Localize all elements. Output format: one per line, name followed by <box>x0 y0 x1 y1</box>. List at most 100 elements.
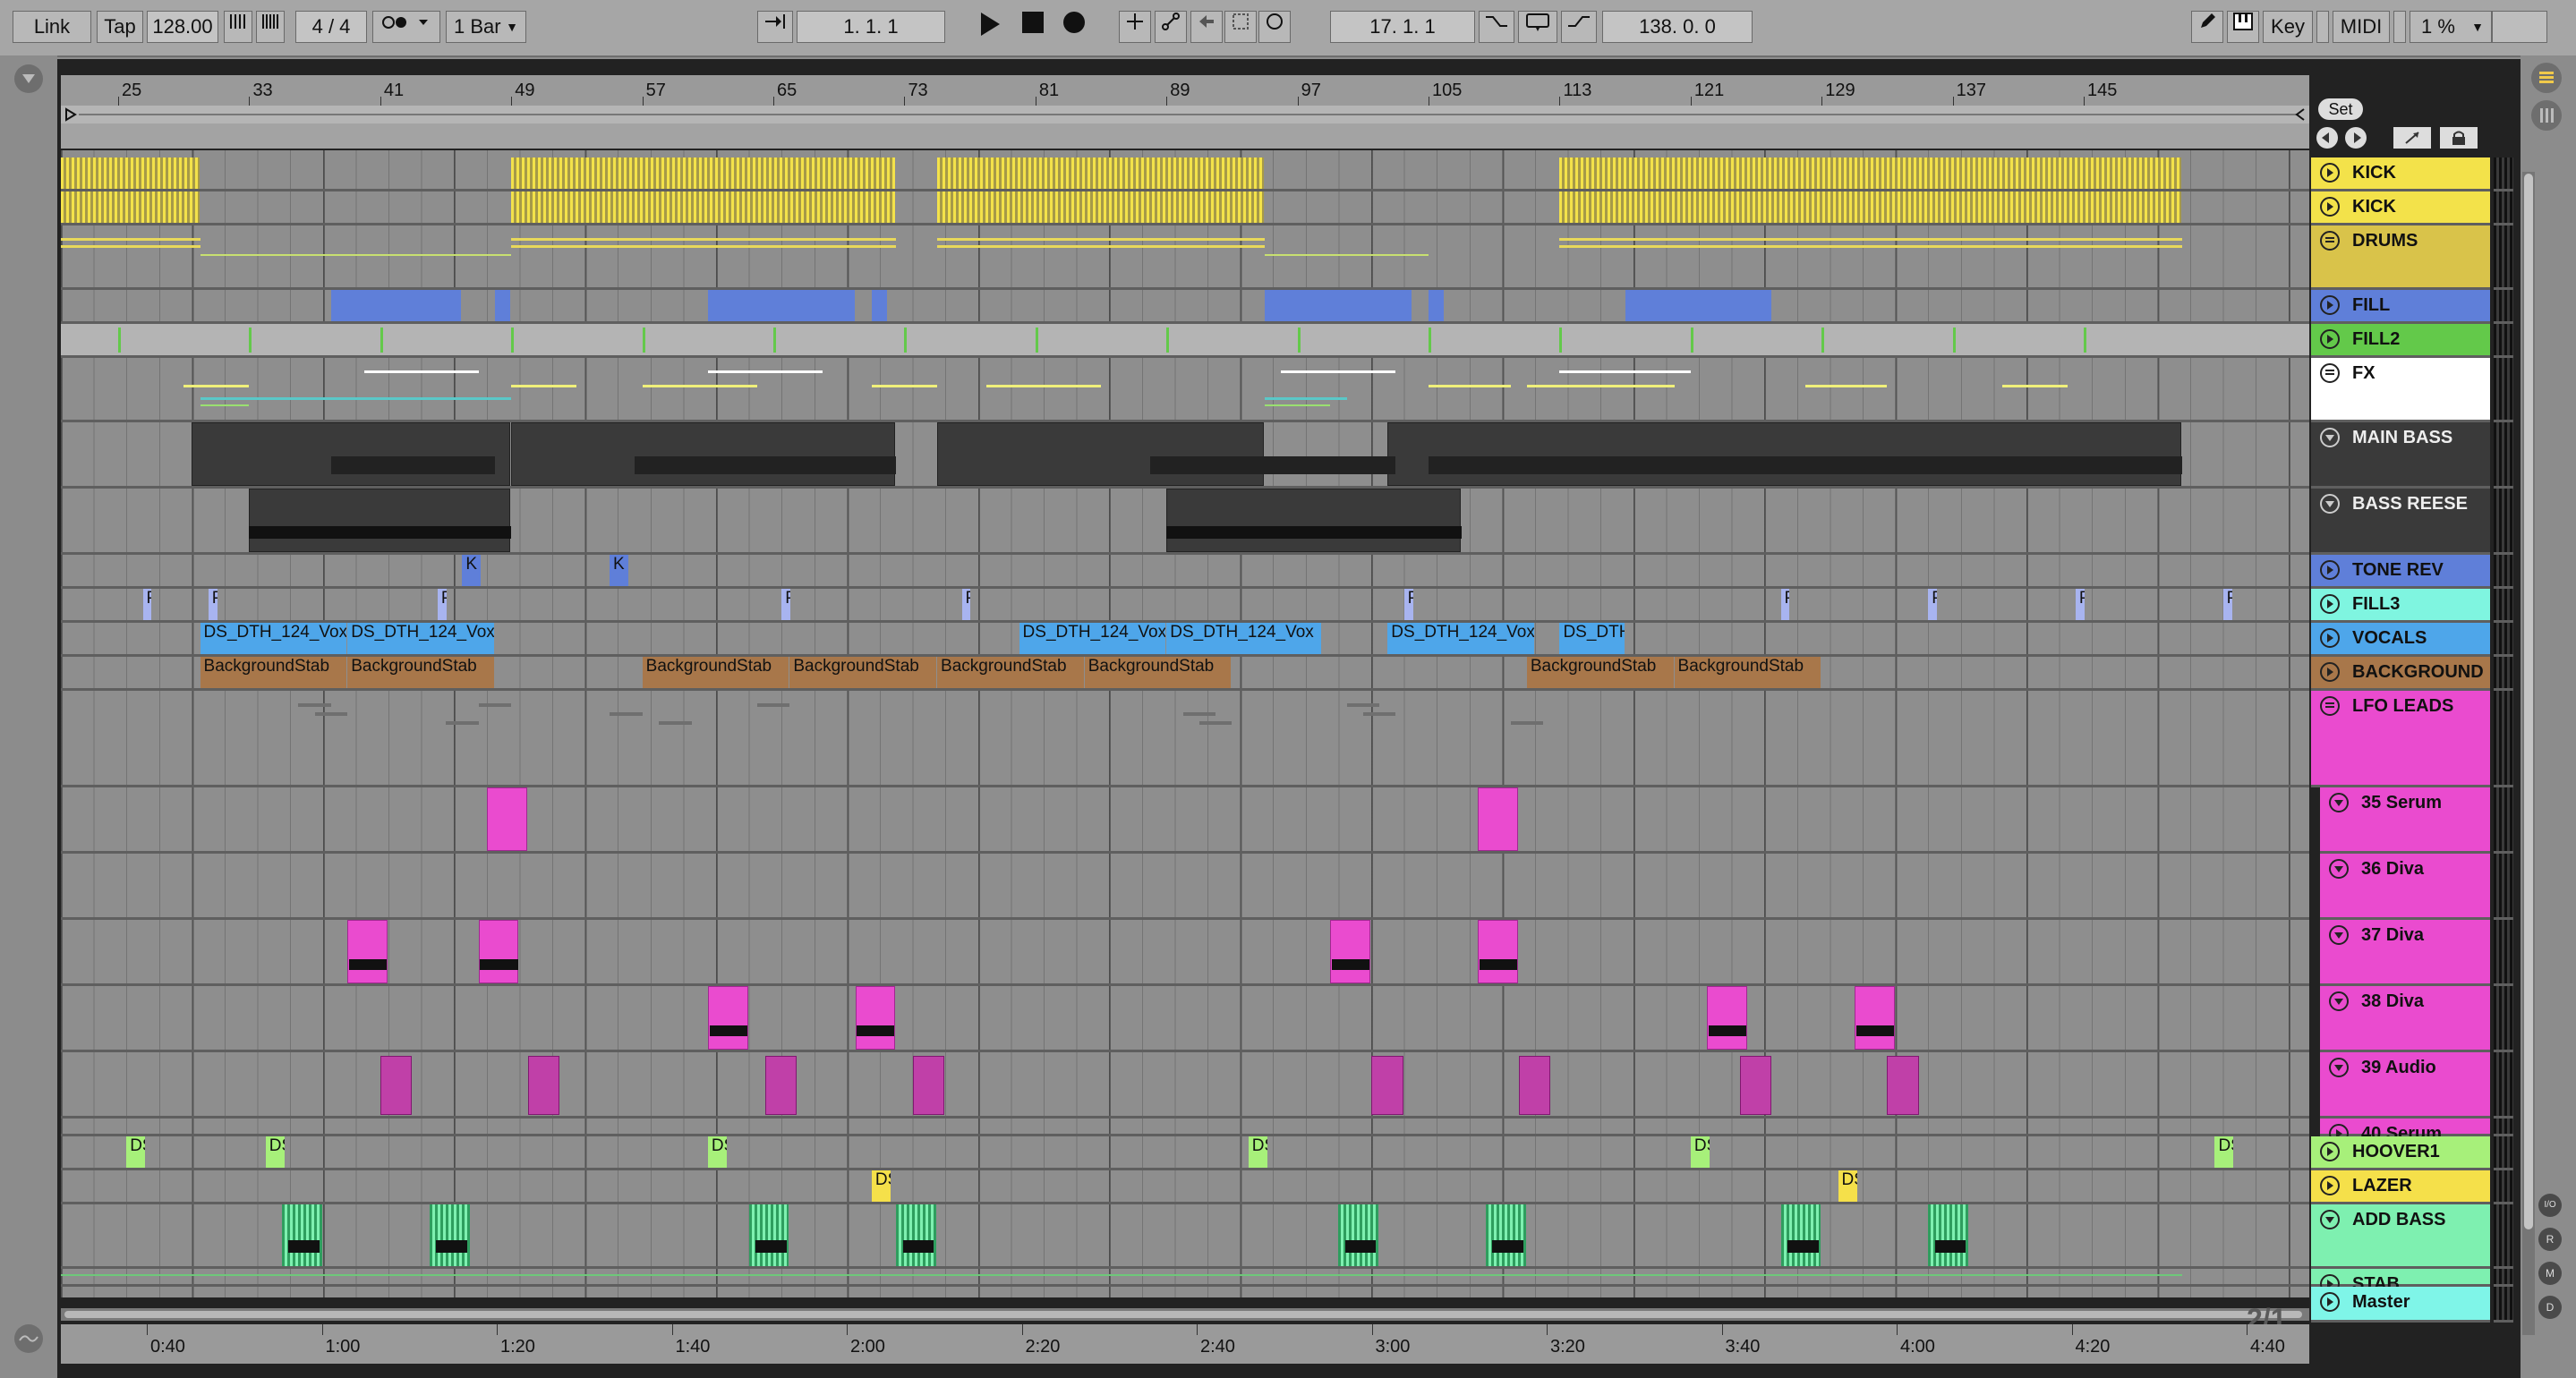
add-bass-clip[interactable] <box>1780 1204 1821 1266</box>
loop-switch-icon[interactable] <box>1518 11 1557 43</box>
track-lane[interactable] <box>61 1269 2309 1287</box>
vocals-clip[interactable]: DS_DTH_124_Vox <box>1019 623 1166 654</box>
add-bass-clip[interactable] <box>748 1204 789 1266</box>
track-header[interactable]: 37 Diva <box>2320 920 2490 986</box>
track-name[interactable]: LAZER <box>2352 1176 2412 1196</box>
group-icon[interactable] <box>2320 231 2340 251</box>
add-bass-clip[interactable] <box>429 1204 470 1266</box>
vocals-clip[interactable]: DS_DTH_124_Vox <box>1387 623 1534 654</box>
record-icon[interactable] <box>1058 11 1090 43</box>
track-lane[interactable] <box>61 691 2309 787</box>
tempo-field[interactable]: 128.00 <box>147 11 218 43</box>
key-map-button[interactable]: Key <box>2263 11 2313 43</box>
expand-tracks-icon[interactable] <box>2393 127 2431 149</box>
play-icon[interactable] <box>2320 1292 2340 1312</box>
tone-rev-clip[interactable]: K <box>610 555 628 586</box>
track-name[interactable]: DRUMS <box>2352 231 2418 251</box>
fill3-clip[interactable]: P <box>2222 589 2232 620</box>
previous-locator-icon[interactable] <box>2316 127 2338 149</box>
main-bass-clip[interactable] <box>511 422 896 486</box>
track-header[interactable]: VOCALS <box>2311 623 2490 657</box>
browser-toggle-icon[interactable] <box>14 64 43 93</box>
group-icon[interactable] <box>2320 363 2340 383</box>
diva-37-clip[interactable] <box>347 920 388 983</box>
fold-icon[interactable] <box>2329 859 2349 879</box>
add-bass-clip[interactable] <box>1928 1204 1968 1266</box>
play-icon[interactable] <box>2320 1142 2340 1161</box>
track-name[interactable]: 36 Diva <box>2361 859 2424 880</box>
track-name[interactable]: KICK <box>2352 163 2396 183</box>
play-icon[interactable] <box>2320 594 2340 614</box>
punch-out-icon[interactable] <box>1561 11 1597 43</box>
horizontal-scrollbar[interactable] <box>61 1308 2309 1321</box>
kick-clip[interactable] <box>511 157 896 189</box>
midi-map-button[interactable]: MIDI <box>2333 11 2390 43</box>
kick-clip[interactable] <box>511 191 896 223</box>
time-ruler[interactable]: 0:40 1:00 1:20 1:40 2:00 2:20 2:40 3:00 3:20 3:40… <box>61 1324 2309 1364</box>
locator-bar[interactable] <box>61 123 2309 149</box>
track-header[interactable]: ADD BASS <box>2311 1204 2490 1269</box>
group-icon[interactable] <box>2320 696 2340 716</box>
nudge-down-icon[interactable] <box>224 11 252 43</box>
hoover-clip[interactable]: DS <box>265 1136 285 1168</box>
scroll-thumb[interactable] <box>2524 174 2533 1229</box>
fill3-clip[interactable]: P <box>142 589 152 620</box>
track-lane[interactable] <box>61 787 2309 854</box>
kick-clip[interactable] <box>1559 191 2181 223</box>
fill-clip[interactable] <box>494 290 511 321</box>
track-header[interactable]: 40 Serum <box>2320 1119 2490 1144</box>
loop-brace-bar[interactable] <box>61 106 2309 123</box>
track-name[interactable]: ADD BASS <box>2352 1210 2445 1230</box>
track-lane[interactable] <box>61 920 2309 986</box>
info-view-toggle-icon[interactable] <box>14 1324 43 1353</box>
loop-length-field[interactable]: 138. 0. 0 <box>1602 11 1753 43</box>
track-lane[interactable] <box>61 1119 2309 1136</box>
diva-38-clip[interactable] <box>707 986 748 1050</box>
diva-37-clip[interactable] <box>1330 920 1370 983</box>
fill3-clip[interactable]: P <box>1780 589 1790 620</box>
overdub-icon[interactable] <box>1119 11 1151 43</box>
track-header[interactable]: Master <box>2311 1287 2490 1323</box>
fold-icon[interactable] <box>2329 991 2349 1011</box>
metronome-button[interactable] <box>372 11 440 43</box>
play-icon[interactable] <box>2320 197 2340 217</box>
audio-39-clip[interactable] <box>1371 1056 1403 1115</box>
track-header[interactable]: BASS REESE <box>2311 489 2490 555</box>
track-name[interactable]: 35 Serum <box>2361 793 2442 813</box>
track-name[interactable]: FILL2 <box>2352 329 2400 350</box>
next-locator-icon[interactable] <box>2345 127 2367 149</box>
background-clip[interactable]: BackgroundStab <box>347 657 494 688</box>
kick-clip[interactable] <box>61 157 200 189</box>
main-bass-clip[interactable] <box>937 422 1265 486</box>
add-bass-clip[interactable] <box>896 1204 937 1266</box>
track-header[interactable]: FX <box>2311 358 2490 422</box>
vertical-scrollbar[interactable] <box>2522 172 2535 1335</box>
track-lane[interactable] <box>61 555 2309 589</box>
cpu-meter[interactable]: 1 % ▼ <box>2410 11 2492 43</box>
fill-clip[interactable] <box>871 290 888 321</box>
fill2-clip[interactable] <box>61 324 2309 355</box>
fill3-clip[interactable]: P <box>781 589 791 620</box>
track-name[interactable]: FX <box>2352 363 2376 384</box>
mixer-view-icon[interactable] <box>2531 100 2562 131</box>
fold-icon[interactable] <box>2329 925 2349 945</box>
track-lane[interactable] <box>61 358 2309 422</box>
track-lane[interactable] <box>61 854 2309 920</box>
lazer-clip[interactable]: DS <box>871 1170 891 1202</box>
bass-reese-clip[interactable] <box>1166 489 1461 552</box>
keyboard-icon[interactable] <box>2227 11 2259 43</box>
fold-icon[interactable] <box>2329 793 2349 812</box>
track-header[interactable]: DRUMS <box>2311 225 2490 290</box>
audio-39-clip[interactable] <box>912 1056 945 1115</box>
hoover-clip[interactable]: DS <box>1248 1136 1267 1168</box>
draw-mode-icon[interactable] <box>2191 11 2223 43</box>
background-clip[interactable]: BackgroundStab <box>200 657 347 688</box>
fold-icon[interactable] <box>2320 428 2340 447</box>
io-toggle-button[interactable]: I/O <box>2538 1194 2562 1217</box>
audio-39-clip[interactable] <box>1518 1056 1551 1115</box>
audio-39-clip[interactable] <box>1739 1056 1772 1115</box>
diva-37-clip[interactable] <box>478 920 519 983</box>
lock-envelopes-icon[interactable] <box>2440 127 2478 149</box>
track-name[interactable]: 37 Diva <box>2361 925 2424 946</box>
track-name[interactable]: LFO LEADS <box>2352 696 2453 717</box>
